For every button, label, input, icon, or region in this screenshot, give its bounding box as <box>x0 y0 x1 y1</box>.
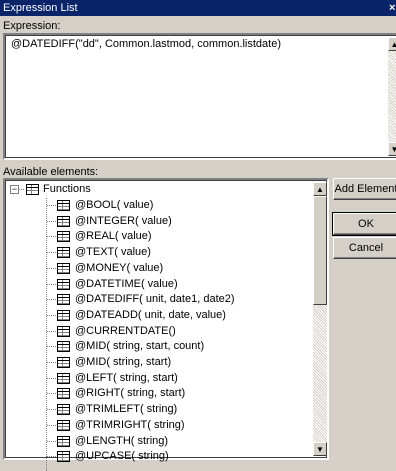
ok-button[interactable]: OK <box>332 212 396 236</box>
tree-connector <box>47 377 56 379</box>
function-icon <box>57 215 70 227</box>
tree-connector <box>47 314 56 316</box>
function-icon <box>57 309 70 321</box>
tree-root-label: Functions <box>43 183 91 195</box>
tree-connector <box>47 440 56 442</box>
tree-item-function[interactable]: @MONEY( value) <box>5 261 305 276</box>
tree-root-functions[interactable]: − Functions <box>5 182 305 197</box>
function-icon <box>57 341 70 353</box>
tree-item-function[interactable]: @LEFT( string, start) <box>5 371 305 386</box>
tree-item-function[interactable]: @TRIMLEFT( string) <box>5 402 305 417</box>
tree-item-function[interactable]: @UPCASE( string) <box>5 449 305 464</box>
function-icon <box>57 200 70 211</box>
tree-item-label: @DATETIME( value) <box>75 277 178 290</box>
scroll-thumb[interactable] <box>313 196 327 305</box>
tree-connector <box>47 393 56 395</box>
function-icon <box>57 388 70 400</box>
window-title: Expression List <box>3 2 78 14</box>
close-icon[interactable]: × <box>389 0 396 16</box>
expression-editor[interactable]: @DATEDIFF("dd", Common.lastmod, common.l… <box>3 33 396 160</box>
tree-item-label: @INTEGER( value) <box>75 214 172 227</box>
tree-item-function[interactable]: @INTEGER( value) <box>5 214 305 229</box>
function-icon <box>57 372 70 384</box>
tree-item-function[interactable]: @DATETIME( value) <box>5 277 305 292</box>
tree-item-label: @TRIMLEFT( string) <box>75 403 178 416</box>
function-icon <box>57 231 70 243</box>
tree-item-label: @UPCASE( string) <box>75 450 169 463</box>
function-icon <box>57 435 70 447</box>
expression-scrollbar[interactable]: ▲ ▼ <box>388 37 396 156</box>
tree-item-label: @CURRENTDATE() <box>75 324 176 337</box>
tree-item-function[interactable]: @LENGTH( string) <box>5 434 305 449</box>
function-icon <box>57 278 70 290</box>
tree-item-function[interactable]: @TEXT( value) <box>5 245 305 260</box>
function-icon <box>57 451 70 463</box>
tree-item-label: @MID( string, start) <box>75 356 172 368</box>
tree-item-label: @LEFT( string, start) <box>75 371 178 384</box>
tree-connector <box>47 220 56 222</box>
title-bar: Expression List × <box>0 0 396 16</box>
tree-connector <box>47 299 56 301</box>
function-icon <box>57 325 70 337</box>
scroll-down-icon[interactable]: ▼ <box>313 442 327 456</box>
elements-scrollbar[interactable]: ▲ ▼ <box>313 182 327 456</box>
tree-connector <box>47 205 56 206</box>
function-icon <box>57 247 70 259</box>
add-element-button[interactable]: Add Element <box>333 178 396 200</box>
cancel-button[interactable]: Cancel <box>333 237 396 259</box>
tree-item-function[interactable]: @REAL( value) <box>5 229 305 244</box>
tree-connector <box>47 236 56 238</box>
tree-item-function[interactable]: @TRIMRIGHT( string) <box>5 418 305 433</box>
elements-tree[interactable]: − Functions @BOOL( value) @INTEGER( value… <box>3 178 329 471</box>
tree-item-label: @TEXT( value) <box>75 246 151 259</box>
expression-label: Expression: <box>3 20 61 32</box>
tree-item-function[interactable]: @DATEDIFF( unit, date1, date2) <box>5 292 305 307</box>
scroll-up-icon[interactable]: ▲ <box>313 182 327 196</box>
tree-connector <box>47 346 56 348</box>
tree-item-function[interactable]: @CURRENTDATE() <box>5 324 305 339</box>
tree-item-function[interactable]: @MID( string, start) <box>5 355 305 370</box>
tree-item-function[interactable]: @BOOL( value) <box>5 198 305 213</box>
scroll-down-icon[interactable]: ▼ <box>388 142 396 156</box>
tree-connector <box>47 424 56 426</box>
function-icon <box>57 262 70 274</box>
tree-item-label: @MID( string, start, count) <box>75 340 205 353</box>
collapse-icon[interactable]: − <box>10 185 19 194</box>
tree-item-label: @RIGHT( string, start) <box>75 387 186 400</box>
tree-connector <box>47 330 56 332</box>
tree-connector <box>47 362 56 363</box>
tree-item-function[interactable]: @DATEADD( unit, date, value) <box>5 308 305 323</box>
tree-item-label: @DATEADD( unit, date, value) <box>75 308 226 321</box>
tree-connector <box>47 283 56 285</box>
expression-text[interactable]: @DATEDIFF("dd", Common.lastmod, common.l… <box>11 38 281 50</box>
function-icon <box>57 419 70 431</box>
tree-connector <box>47 267 56 269</box>
tree-connector <box>19 189 25 190</box>
tree-connector <box>47 456 56 458</box>
tree-item-label: @LENGTH( string) <box>75 434 169 447</box>
tree-item-label: @MONEY( value) <box>75 261 164 274</box>
tree-item-label: @BOOL( value) <box>75 199 154 211</box>
tree-connector <box>47 252 56 254</box>
function-icon <box>57 294 70 306</box>
function-icon <box>57 404 70 416</box>
tree-connector <box>47 409 56 411</box>
tree-item-label: @TRIMRIGHT( string) <box>75 418 185 431</box>
function-group-icon <box>26 184 39 195</box>
tree-item-function[interactable]: @RIGHT( string, start) <box>5 386 305 401</box>
tree-item-function[interactable]: @MID( string, start, count) <box>5 339 305 354</box>
scroll-up-icon[interactable]: ▲ <box>388 37 396 51</box>
function-icon <box>57 357 70 368</box>
tree-item-label: @DATEDIFF( unit, date1, date2) <box>75 293 235 306</box>
available-elements-label: Available elements: <box>3 166 99 178</box>
tree-item-label: @REAL( value) <box>75 230 152 243</box>
